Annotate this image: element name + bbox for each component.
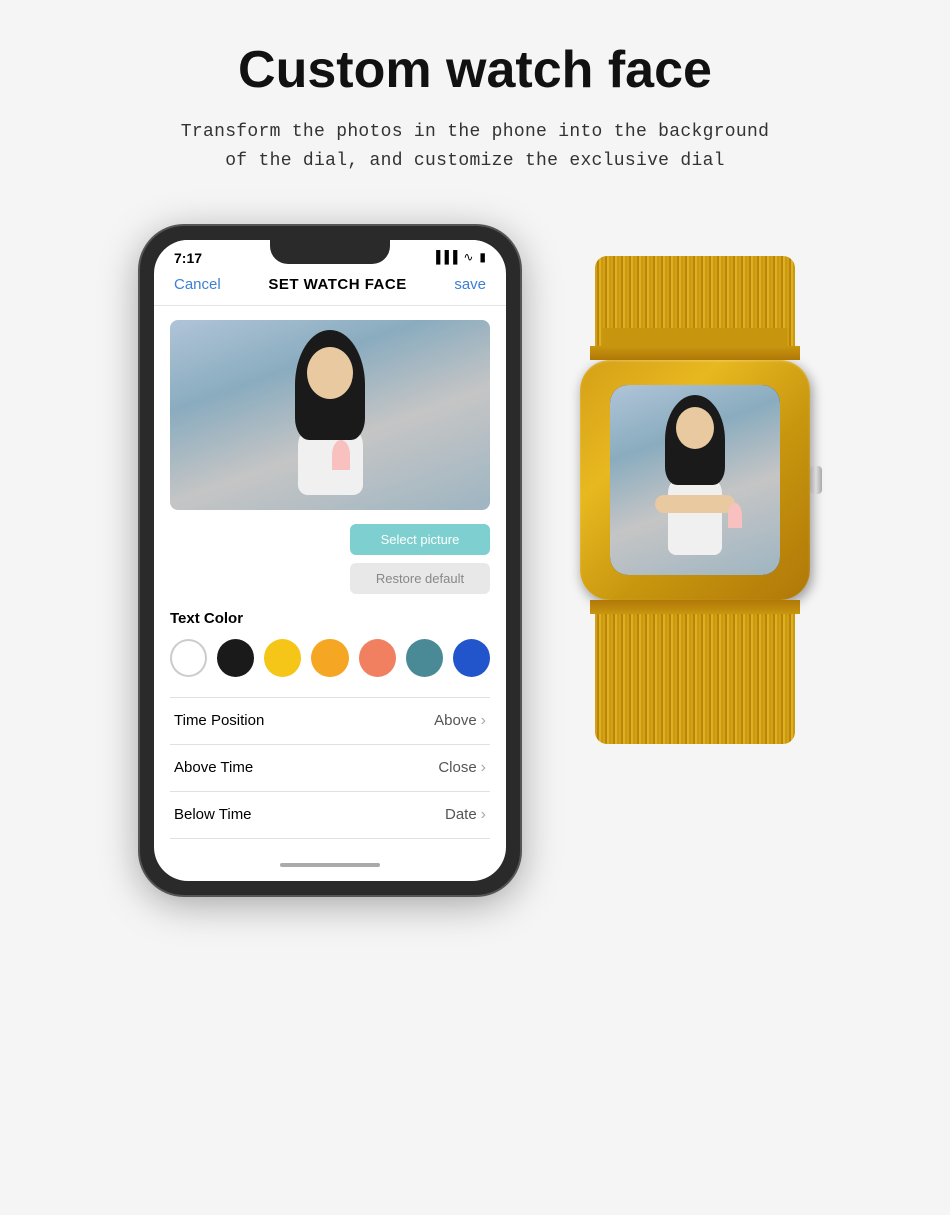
- phone-home-bar: [154, 853, 506, 881]
- settings-row-above-time[interactable]: Above Time Close ›: [170, 745, 490, 792]
- status-icons: ▐▐▐ ∿ ▮: [432, 250, 486, 265]
- watch-figure-face: [676, 407, 714, 449]
- settings-rows: Time Position Above › Above Time Close ›: [170, 697, 490, 839]
- page-title: Custom watch face: [238, 40, 712, 100]
- settings-row-below-time[interactable]: Below Time Date ›: [170, 792, 490, 839]
- phone-screen: 7:17 ▐▐▐ ∿ ▮ Cancel SET WATCH FACE save: [154, 240, 506, 881]
- time-position-value-text: Above: [434, 712, 477, 729]
- watch-figure-arms: [655, 495, 735, 513]
- swatch-yellow[interactable]: [264, 639, 301, 677]
- swatch-white[interactable]: [170, 639, 207, 677]
- figure-flower: [332, 440, 350, 470]
- app-title: SET WATCH FACE: [268, 276, 406, 293]
- below-time-value: Date ›: [445, 806, 486, 824]
- phone-content: Select picture Restore default Text Colo…: [154, 306, 506, 853]
- above-time-label: Above Time: [174, 759, 253, 776]
- app-header: Cancel SET WATCH FACE save: [154, 270, 506, 306]
- watch-crown: [810, 466, 822, 494]
- swatch-teal[interactable]: [406, 639, 443, 677]
- home-indicator: [280, 863, 380, 867]
- devices-container: 7:17 ▐▐▐ ∿ ▮ Cancel SET WATCH FACE save: [30, 226, 920, 895]
- watch-band-connector-bottom: [590, 600, 800, 614]
- swatch-black[interactable]: [217, 639, 254, 677]
- figure-face: [307, 347, 353, 399]
- phone-time: 7:17: [174, 250, 202, 266]
- watch-screen: [610, 385, 780, 575]
- watch-figure-flower: [728, 503, 742, 528]
- battery-icon: ▮: [479, 250, 486, 265]
- text-color-label: Text Color: [170, 610, 490, 627]
- wifi-icon: ∿: [463, 250, 473, 265]
- signal-icon: ▐▐▐: [432, 250, 458, 265]
- below-time-label: Below Time: [174, 806, 252, 823]
- page-subtitle: Transform the photos in the phone into t…: [181, 118, 769, 176]
- settings-row-time-position[interactable]: Time Position Above ›: [170, 698, 490, 745]
- time-position-label: Time Position: [174, 712, 264, 729]
- swatch-salmon[interactable]: [359, 639, 396, 677]
- select-picture-button[interactable]: Select picture: [350, 524, 490, 555]
- watch-body: [580, 360, 810, 600]
- chevron-right-icon: ›: [481, 712, 486, 730]
- watch-screen-image: [610, 385, 780, 575]
- swatch-orange[interactable]: [311, 639, 348, 677]
- above-time-value-text: Close: [438, 759, 476, 776]
- watch-band-top: [595, 256, 795, 346]
- phone-mockup: 7:17 ▐▐▐ ∿ ▮ Cancel SET WATCH FACE save: [140, 226, 520, 895]
- watch-mockup: [580, 256, 810, 744]
- chevron-right-icon-2: ›: [481, 759, 486, 777]
- restore-default-button[interactable]: Restore default: [350, 563, 490, 594]
- watch-face-preview: [170, 320, 490, 510]
- preview-figure: [280, 335, 380, 495]
- watch-band-bottom: [595, 614, 795, 744]
- swatch-blue[interactable]: [453, 639, 490, 677]
- below-time-value-text: Date: [445, 806, 477, 823]
- chevron-right-icon-3: ›: [481, 806, 486, 824]
- above-time-value: Close ›: [438, 759, 486, 777]
- save-button[interactable]: save: [454, 276, 486, 293]
- watch-band-connector-top: [590, 346, 800, 360]
- time-position-value: Above ›: [434, 712, 486, 730]
- phone-notch: [270, 240, 390, 264]
- watch-figure-body: [668, 475, 722, 555]
- phone-status-bar: 7:17 ▐▐▐ ∿ ▮: [154, 240, 506, 270]
- color-swatches: [170, 639, 490, 677]
- cancel-button[interactable]: Cancel: [174, 276, 221, 293]
